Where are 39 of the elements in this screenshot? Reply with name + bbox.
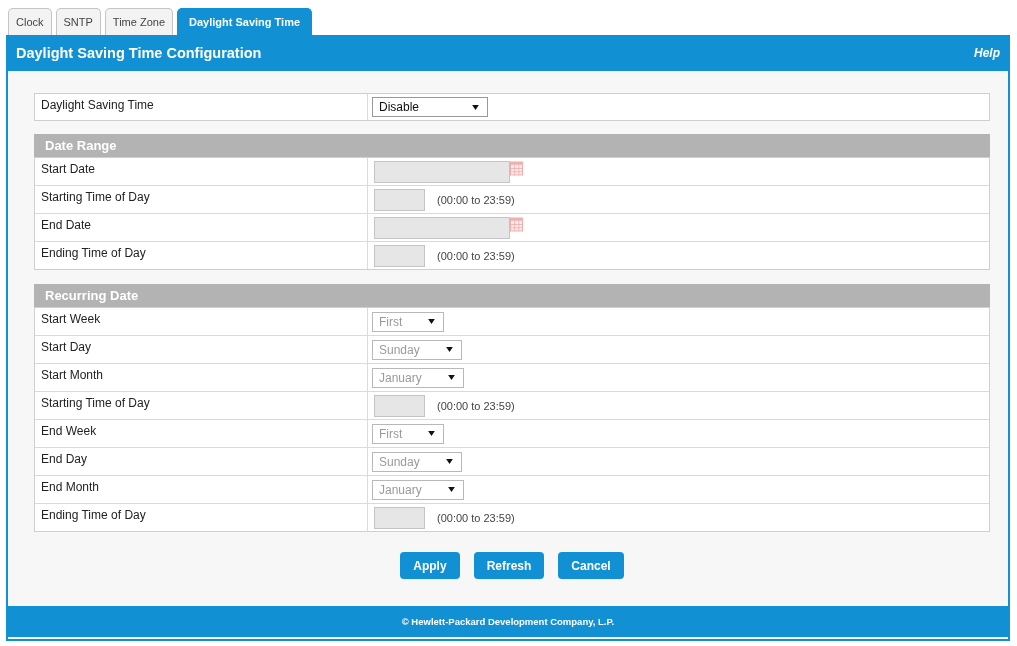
tab[interactable]: SNTP [55, 8, 101, 35]
time-range-hint: (00:00 to 23:59) [437, 399, 515, 412]
field-label: Start Month [35, 364, 368, 391]
field-label: End Date [35, 214, 368, 241]
caret-icon [447, 487, 455, 492]
caret-icon [445, 347, 453, 352]
field-label: End Month [35, 476, 368, 503]
field-label: Start Day [35, 336, 368, 363]
caret-icon [447, 375, 455, 380]
tab[interactable]: Daylight Saving Time [177, 8, 313, 35]
help-link[interactable]: Help [974, 46, 1000, 60]
field-label: Start Date [35, 158, 368, 185]
section-header: Recurring Date [34, 284, 990, 307]
action-button[interactable]: Refresh [473, 552, 545, 579]
action-button[interactable]: Apply [400, 552, 460, 579]
field-label: Ending Time of Day [35, 242, 368, 269]
caret-icon [428, 431, 436, 436]
tab[interactable]: Clock [8, 8, 52, 35]
field-label: End Day [35, 448, 368, 475]
calendar-icon [510, 217, 523, 232]
dropdown[interactable]: Disable [372, 97, 488, 117]
field-label: Starting Time of Day [35, 186, 368, 213]
caret-icon [428, 319, 436, 324]
time-range-hint: (00:00 to 23:59) [437, 249, 515, 262]
field-label: Starting Time of Day [35, 392, 368, 419]
field-label: Ending Time of Day [35, 504, 368, 531]
field-label: Daylight Saving Time [35, 94, 368, 120]
field-label: End Week [35, 420, 368, 447]
action-button[interactable]: Cancel [558, 552, 624, 579]
copyright-text: © Hewlett-Packard Development Company, L.P. [401, 616, 615, 627]
field-label: Start Week [35, 308, 368, 335]
section-header: Date Range [34, 134, 990, 157]
caret-icon [445, 459, 453, 464]
panel-title: Daylight Saving Time Configuration [16, 45, 262, 61]
caret-icon [472, 104, 479, 110]
time-range-hint: (00:00 to 23:59) [437, 511, 515, 524]
time-range-hint: (00:00 to 23:59) [437, 193, 515, 206]
tab[interactable]: Time Zone [104, 8, 174, 35]
calendar-icon [510, 161, 523, 176]
